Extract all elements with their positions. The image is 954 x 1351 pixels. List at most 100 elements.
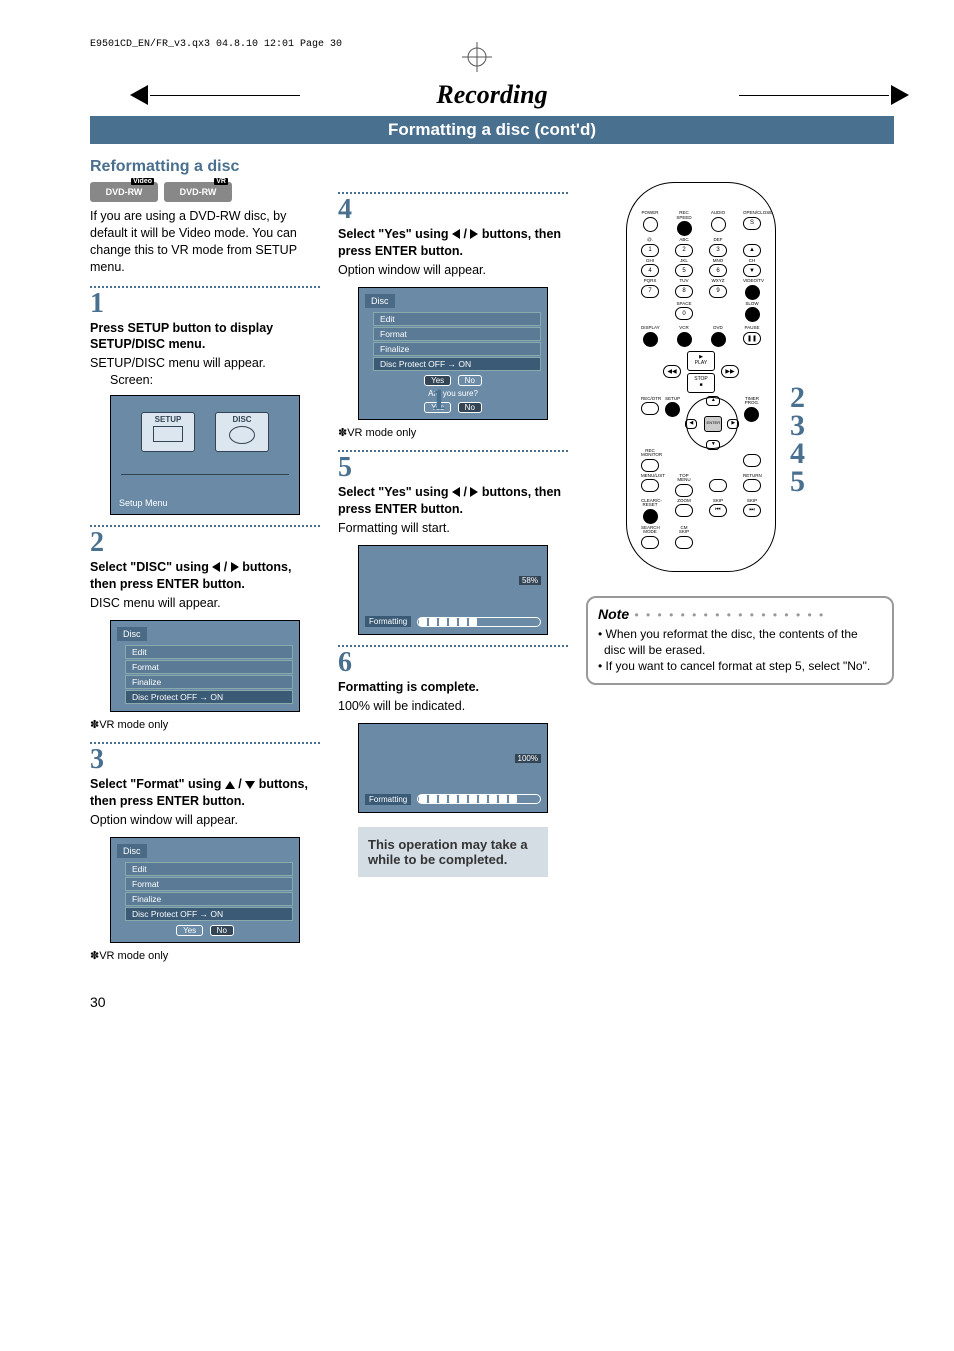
fast-forward-button[interactable]: ▶▶ bbox=[721, 365, 739, 378]
vcr-button[interactable] bbox=[677, 332, 692, 347]
ch-up[interactable]: ▲ bbox=[743, 244, 761, 257]
clear-button[interactable] bbox=[643, 509, 658, 524]
step-6-body: 100% will be indicated. bbox=[338, 698, 568, 715]
setup-tab: SETUP bbox=[141, 412, 195, 452]
vr-mode-note: ✽VR mode only bbox=[338, 426, 568, 441]
num-1[interactable]: 1 bbox=[641, 244, 659, 257]
step-4-number: 4 bbox=[338, 196, 568, 224]
video-tv-button[interactable] bbox=[745, 285, 760, 300]
skip-back-button[interactable]: ⏮ bbox=[709, 504, 727, 517]
dvd-button[interactable] bbox=[711, 332, 726, 347]
setup-button[interactable] bbox=[665, 402, 680, 417]
nav-left-icon bbox=[452, 229, 460, 239]
step-2-number: 2 bbox=[90, 529, 320, 557]
dpad[interactable]: ▲ ▼ ◀ ▶ ENTER bbox=[686, 397, 738, 449]
formatting-progress-58: 58% Formatting bbox=[358, 545, 548, 635]
disc-badge-video: Video DVD-RW bbox=[90, 182, 158, 202]
return-button[interactable] bbox=[743, 479, 761, 492]
nav-up-icon bbox=[225, 781, 235, 789]
screen-label: Screen: bbox=[110, 372, 320, 389]
note-item: If you want to cancel format at step 5, … bbox=[598, 658, 882, 674]
disc-menu-screen-2: Disc Edit Format Finalize Disc Protect O… bbox=[110, 837, 300, 943]
section-heading: Reformatting a disc bbox=[90, 158, 894, 176]
note-box: Note • • • • • • • • • • • • • • • • • W… bbox=[586, 596, 894, 685]
open-close-button[interactable]: S bbox=[743, 217, 761, 230]
step-4-body: Option window will appear. bbox=[338, 262, 568, 279]
completion-warning: This operation may take a while to be co… bbox=[358, 827, 548, 877]
timer-prog-button[interactable] bbox=[744, 407, 759, 422]
step-2-title: Select "DISC" using / buttons, then pres… bbox=[90, 559, 320, 593]
blank-button-2[interactable] bbox=[709, 479, 727, 492]
enter-button[interactable]: ENTER bbox=[704, 416, 722, 432]
vr-mode-note: ✽VR mode only bbox=[90, 718, 320, 733]
vr-mode-note: ✽VR mode only bbox=[90, 949, 320, 964]
chapter-title-band: Recording bbox=[90, 80, 894, 110]
num-5[interactable]: 5 bbox=[675, 264, 693, 277]
num-8[interactable]: 8 bbox=[675, 285, 693, 298]
rec-monitor-button[interactable] bbox=[641, 459, 659, 472]
audio-button[interactable] bbox=[711, 217, 726, 232]
ch-down[interactable]: ▼ bbox=[743, 264, 761, 277]
step-5-title: Select "Yes" using / buttons, then press… bbox=[338, 484, 568, 518]
num-0[interactable]: 0 bbox=[675, 307, 693, 320]
power-button[interactable] bbox=[643, 217, 658, 232]
zoom-button[interactable] bbox=[675, 504, 693, 517]
step-5-number: 5 bbox=[338, 454, 568, 482]
formatting-progress-100: 100% Formatting bbox=[358, 723, 548, 813]
disc-menu-screen-3: Disc Edit Format Finalize Disc Protect O… bbox=[358, 287, 548, 420]
rec-otr-button[interactable] bbox=[641, 402, 659, 415]
step-3-number: 3 bbox=[90, 746, 320, 774]
step-1-body: SETUP/DISC menu will appear. bbox=[90, 355, 320, 372]
dpad-right[interactable]: ▶ bbox=[727, 419, 739, 429]
rewind-button[interactable]: ◀◀ bbox=[663, 365, 681, 378]
display-button[interactable] bbox=[643, 332, 658, 347]
top-menu-button[interactable] bbox=[675, 484, 693, 497]
step-1-number: 1 bbox=[90, 290, 320, 318]
arrow-left-icon bbox=[130, 85, 148, 105]
dpad-left[interactable]: ◀ bbox=[685, 419, 697, 429]
step-2-body: DISC menu will appear. bbox=[90, 595, 320, 612]
disc-badge-vr: VR DVD-RW bbox=[164, 182, 232, 202]
callout-5: 5 bbox=[790, 465, 805, 499]
step-6-title: Formatting is complete. bbox=[338, 679, 568, 696]
blank-button[interactable] bbox=[743, 454, 761, 467]
play-button[interactable]: ▶PLAY bbox=[687, 351, 715, 371]
num-4[interactable]: 4 bbox=[641, 264, 659, 277]
disc-menu-screen-1: Disc Edit Format Finalize Disc Protect O… bbox=[110, 620, 300, 712]
setup-screen-illustration: SETUP DISC Setup Menu bbox=[110, 395, 300, 515]
print-header: E9501CD_EN/FR_v3.qx3 04.8.10 12:01 Page … bbox=[90, 40, 894, 50]
no-option: No bbox=[210, 925, 234, 936]
no-option: No bbox=[458, 375, 482, 386]
rec-speed-button[interactable] bbox=[677, 221, 692, 236]
step-4-title: Select "Yes" using / buttons, then press… bbox=[338, 226, 568, 260]
stop-button[interactable]: STOP■ bbox=[687, 373, 715, 393]
step-3-body: Option window will appear. bbox=[90, 812, 320, 829]
nav-down-icon bbox=[245, 781, 255, 789]
cm-skip-button[interactable] bbox=[675, 536, 693, 549]
page-number: 30 bbox=[90, 994, 894, 1010]
remote-control-diagram: 1 2 3 4 5 POWER REC SPEED AUDIO OPEN/CLO… bbox=[626, 182, 776, 572]
skip-fwd-button[interactable]: ⏭ bbox=[743, 504, 761, 517]
search-mode-button[interactable] bbox=[641, 536, 659, 549]
callout-1: 1 bbox=[431, 383, 446, 417]
no-confirm: No bbox=[458, 402, 482, 413]
nav-right-icon bbox=[231, 562, 239, 572]
chapter-title: Recording bbox=[416, 80, 567, 110]
dpad-down[interactable]: ▼ bbox=[706, 440, 720, 450]
dpad-up[interactable]: ▲ bbox=[706, 396, 720, 406]
num-3[interactable]: 3 bbox=[709, 244, 727, 257]
note-item: When you reformat the disc, the contents… bbox=[598, 626, 882, 658]
slow-button[interactable] bbox=[745, 307, 760, 322]
menu-list-button[interactable] bbox=[641, 479, 659, 492]
num-9[interactable]: 9 bbox=[709, 285, 727, 298]
yes-option: Yes bbox=[176, 925, 203, 936]
num-2[interactable]: 2 bbox=[675, 244, 693, 257]
nav-left-icon bbox=[452, 487, 460, 497]
section-subtitle: Formatting a disc (cont'd) bbox=[90, 116, 894, 144]
disc-tab: DISC bbox=[215, 412, 269, 452]
num-6[interactable]: 6 bbox=[709, 264, 727, 277]
num-7[interactable]: 7 bbox=[641, 285, 659, 298]
step-3-title: Select "Format" using / buttons, then pr… bbox=[90, 776, 320, 810]
pause-button[interactable]: ❚❚ bbox=[743, 332, 761, 345]
step-5-body: Formatting will start. bbox=[338, 520, 568, 537]
